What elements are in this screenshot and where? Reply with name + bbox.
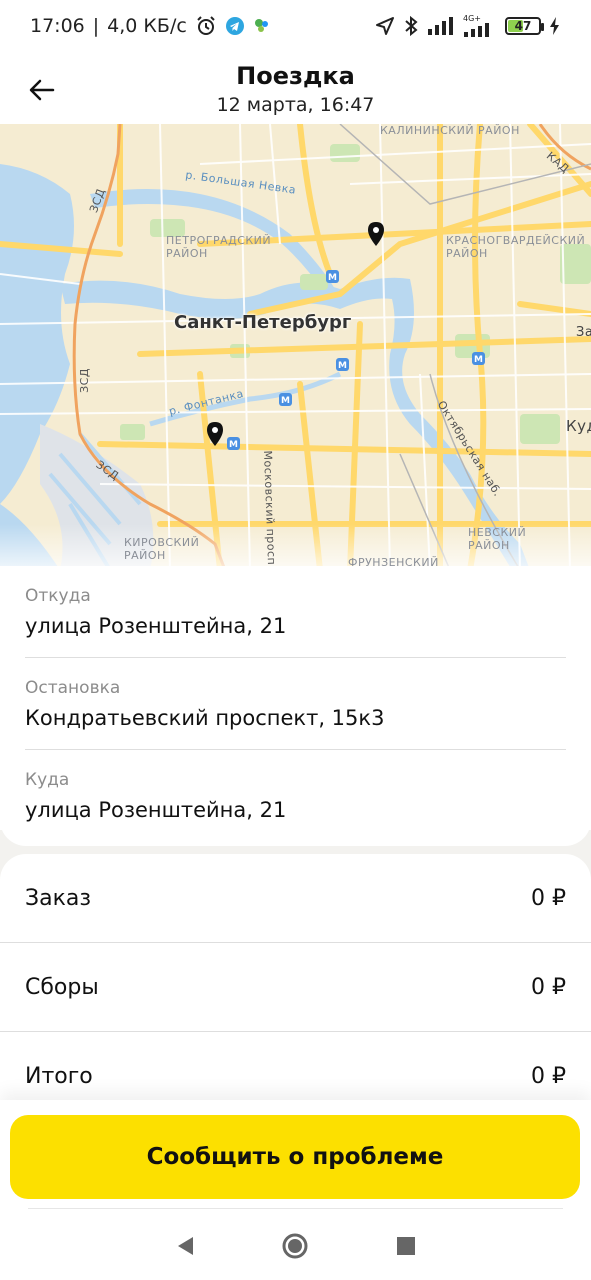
price-row-order: Заказ 0 ₽: [0, 854, 591, 943]
triangle-back-icon: [178, 1237, 194, 1255]
price-order-value: 0 ₽: [531, 885, 566, 911]
map-label-kud: Куд: [566, 417, 591, 435]
page-title: Поездка: [236, 62, 355, 90]
address-from: Откуда улица Розенштейна, 21: [25, 566, 566, 658]
nav-recents-button[interactable]: [389, 1229, 423, 1263]
price-fees-value: 0 ₽: [531, 974, 566, 1000]
telegram-icon: [225, 16, 245, 36]
svg-text:М: М: [474, 355, 483, 365]
square-recents-icon: [396, 1237, 415, 1255]
price-row-fees: Сборы 0 ₽: [0, 943, 591, 1032]
svg-text:М: М: [281, 396, 290, 406]
svg-text:М: М: [328, 273, 337, 283]
battery-level: 47: [514, 19, 532, 33]
status-left: 17:06 | 4,0 КБ/с: [30, 15, 271, 37]
address-to-value: улица Розенштейна, 21: [25, 798, 287, 822]
status-right: 4G+ 47: [375, 15, 561, 37]
nav-back-button[interactable]: [168, 1229, 202, 1263]
price-order-label: Заказ: [25, 885, 92, 911]
status-speed: 4,0 КБ/с: [107, 15, 187, 37]
address-to-label: Куда: [25, 770, 70, 790]
map-label-za: За: [576, 325, 591, 340]
price-total-value: 0 ₽: [531, 1064, 566, 1089]
report-problem-button[interactable]: Сообщить о проблеме: [10, 1115, 580, 1199]
address-from-value: улица Розенштейна, 21: [25, 614, 287, 638]
route-addresses-card: Откуда улица Розенштейна, 21 Остановка К…: [0, 566, 591, 846]
map-city-label: Санкт-Петербург: [174, 312, 352, 333]
route-map[interactable]: М М М М М КАЛИНИНСКИЙ РАЙОН ПЕТРОГРАДСКИ…: [0, 124, 591, 570]
trip-date: 12 марта, 16:47: [216, 94, 375, 116]
address-stop-value: Кондратьевский проспект, 15к3: [25, 706, 385, 730]
address-from-label: Откуда: [25, 586, 91, 606]
location-arrow-icon: [375, 16, 395, 36]
status-bar: 17:06 | 4,0 КБ/с 4G+ 47: [0, 0, 591, 52]
status-time: 17:06: [30, 15, 85, 37]
address-to: Куда улица Розенштейна, 21: [25, 750, 566, 842]
battery-icon: 47: [505, 17, 544, 35]
price-fees-label: Сборы: [25, 974, 99, 1000]
price-breakdown-card: Заказ 0 ₽ Сборы 0 ₽ Итого 0 ₽: [0, 854, 591, 1124]
status-separator: |: [92, 15, 100, 37]
system-nav-bar: [0, 1212, 591, 1280]
signal-icon: [427, 17, 455, 35]
map-label-krasnogvardeysky: КРАСНОГВАРДЕЙСКИЙ РАЙОН: [446, 234, 586, 260]
svg-text:М: М: [229, 440, 238, 450]
alarm-icon: [195, 15, 217, 37]
signal-4g-icon: 4G+: [463, 15, 497, 37]
circle-home-icon: [282, 1233, 308, 1259]
price-total-label: Итого: [25, 1064, 93, 1089]
app-notification-icon: [253, 17, 271, 35]
map-label-petrogradsky: ПЕТРОГРАДСКИЙ РАЙОН: [166, 234, 272, 260]
bluetooth-icon: [403, 15, 419, 37]
map-label-kirovsky: КИРОВСКИЙ РАЙОН: [124, 536, 200, 562]
network-type: 4G+: [463, 14, 481, 23]
bottom-divider: [28, 1208, 563, 1209]
bottom-action-panel: Сообщить о проблеме: [0, 1100, 591, 1212]
top-header: Поездка 12 марта, 16:47: [0, 52, 591, 124]
address-stop-label: Остановка: [25, 678, 121, 698]
charging-icon: [549, 16, 561, 36]
address-stop: Остановка Кондратьевский проспект, 15к3: [25, 658, 566, 750]
map-label-zsd-west: ЗСД: [77, 368, 91, 393]
nav-home-button[interactable]: [278, 1229, 312, 1263]
map-label-kalininsky: КАЛИНИНСКИЙ РАЙОН: [380, 124, 520, 137]
svg-text:М: М: [338, 361, 347, 371]
